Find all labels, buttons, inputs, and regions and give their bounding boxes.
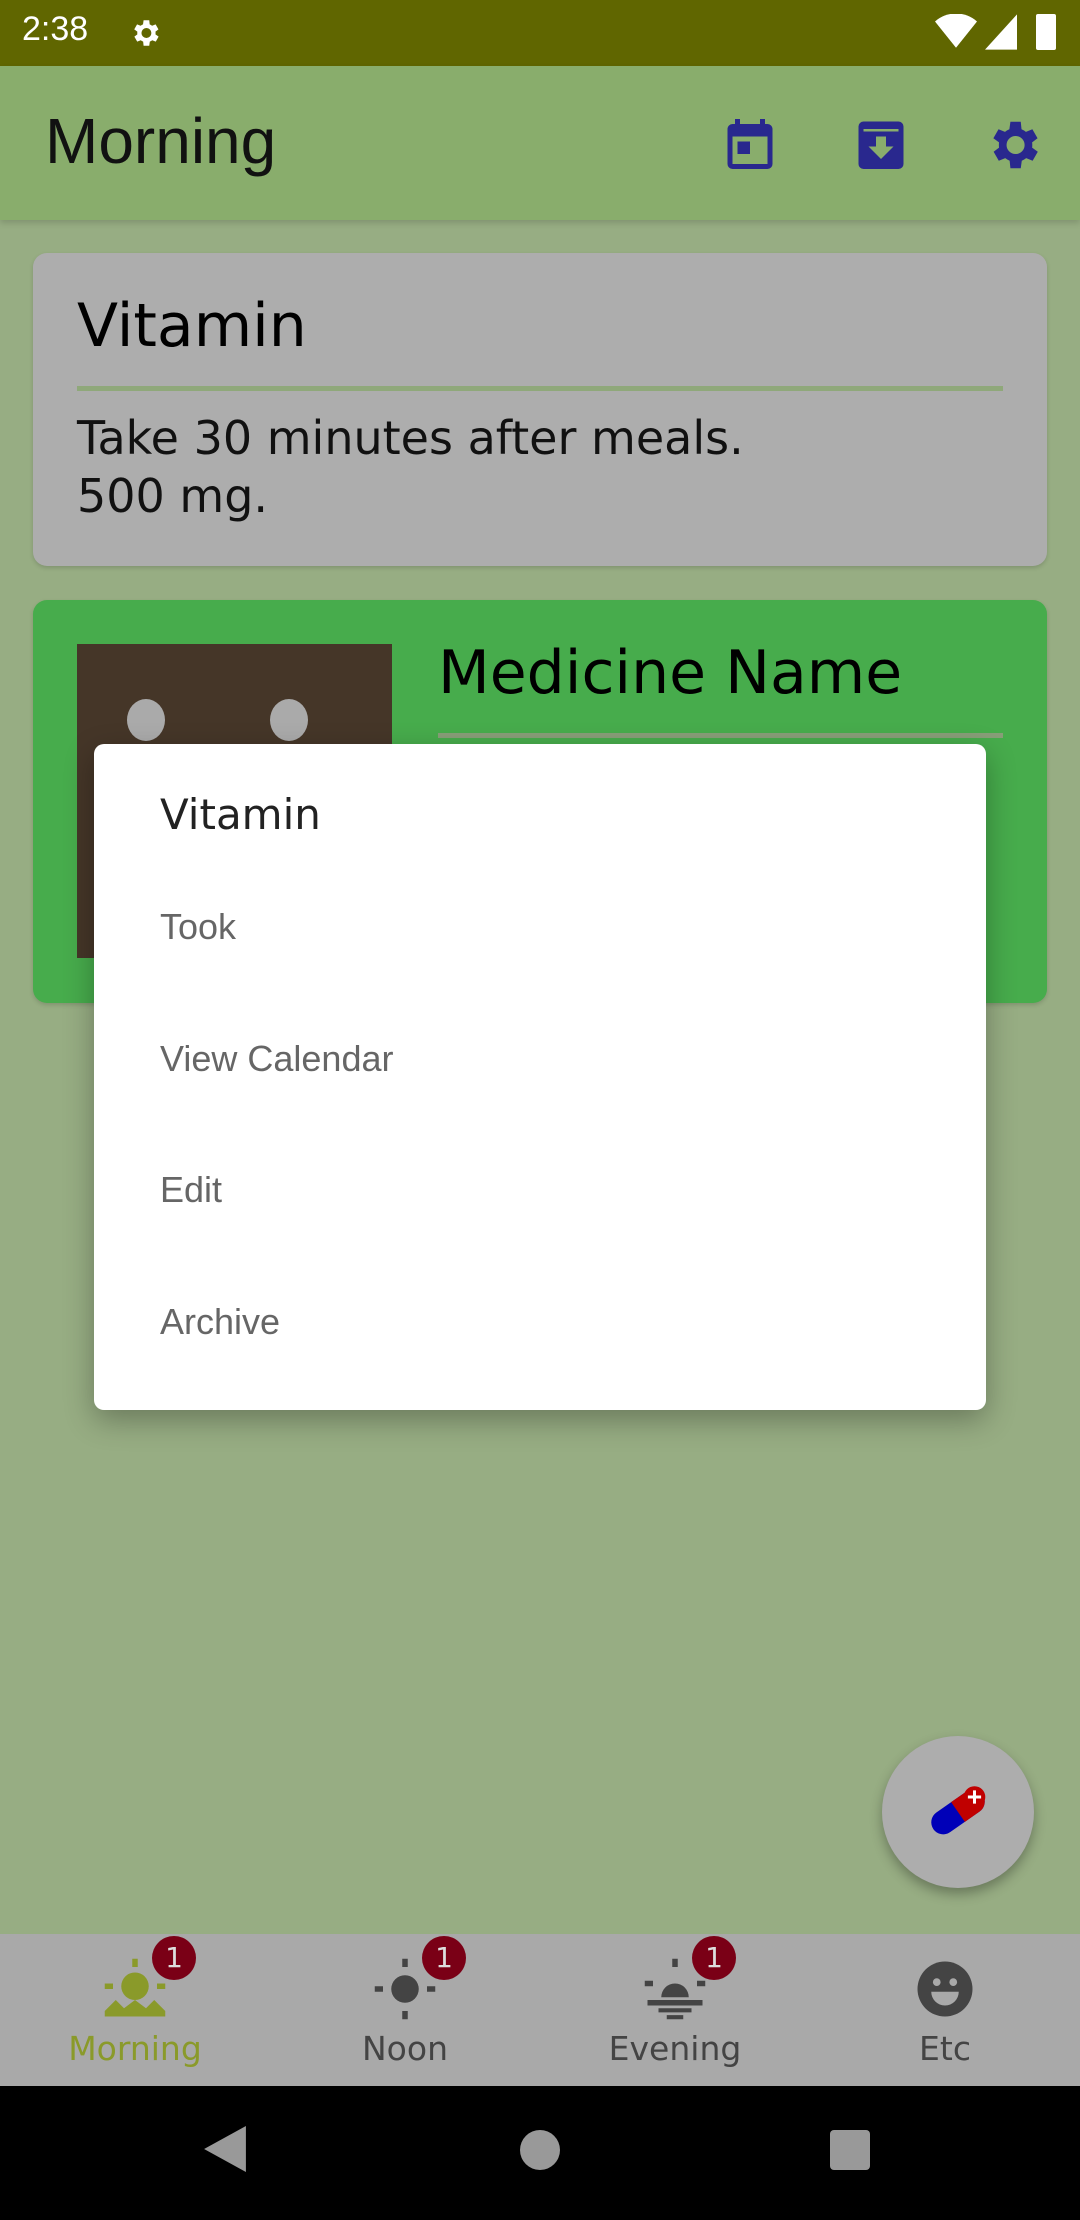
calendar-icon[interactable] <box>720 114 780 174</box>
tab-label: Etc <box>919 2029 971 2068</box>
back-icon[interactable] <box>204 2126 246 2172</box>
card-title: Medicine Name <box>438 638 903 708</box>
tab-label: Noon <box>362 2029 448 2068</box>
app-bar: Morning <box>0 66 1080 220</box>
settings-notification-icon <box>134 20 159 46</box>
menu-item-view-calendar[interactable]: View Calendar <box>94 993 986 1125</box>
add-medicine-fab[interactable] <box>882 1736 1034 1888</box>
tab-noon[interactable]: 1 Noon <box>270 1934 540 2086</box>
menu-item-edit[interactable]: Edit <box>94 1124 986 1256</box>
card-divider <box>438 733 1003 738</box>
tab-morning[interactable]: 1 Morning <box>0 1934 270 2086</box>
card-description: Take 30 minutes after meals. 500 mg. <box>77 409 744 525</box>
tab-badge: 1 <box>692 1936 736 1980</box>
tab-label: Morning <box>68 2029 202 2068</box>
card-title: Vitamin <box>77 291 307 361</box>
battery-icon <box>1036 14 1056 50</box>
card-line: Take 30 minutes after meals. <box>77 411 744 465</box>
context-menu-dialog: Vitamin Took View Calendar Edit Archive <box>94 744 986 1410</box>
pill-add-icon <box>931 1786 986 1835</box>
tab-badge: 1 <box>422 1936 466 1980</box>
system-navigation-bar <box>0 2086 1080 2220</box>
tab-etc[interactable]: Etc <box>810 1934 1080 2086</box>
medicine-card-vitamin[interactable]: Vitamin Take 30 minutes after meals. 500… <box>33 253 1047 566</box>
tab-badge: 1 <box>152 1936 196 1980</box>
home-icon[interactable] <box>520 2130 560 2170</box>
card-line: 500 mg. <box>77 469 269 523</box>
tab-evening[interactable]: 1 Evening <box>540 1934 810 2086</box>
status-time: 2:38 <box>22 10 89 48</box>
status-bar: 2:38 <box>0 0 1080 66</box>
page-title: Morning <box>45 105 277 177</box>
tab-label: Evening <box>608 2029 742 2068</box>
wifi-icon <box>935 14 977 48</box>
recents-icon[interactable] <box>830 2130 870 2170</box>
menu-item-archive[interactable]: Archive <box>94 1256 986 1388</box>
settings-icon[interactable] <box>982 114 1044 176</box>
archive-icon[interactable] <box>851 114 911 174</box>
signal-icon <box>985 14 1017 50</box>
smiley-icon <box>917 1961 973 2017</box>
dialog-title: Vitamin <box>160 790 321 839</box>
card-divider <box>77 386 1003 391</box>
menu-item-took[interactable]: Took <box>94 861 986 993</box>
bottom-navigation: 1 Morning 1 Noon 1 Evening Etc <box>0 1934 1080 2086</box>
